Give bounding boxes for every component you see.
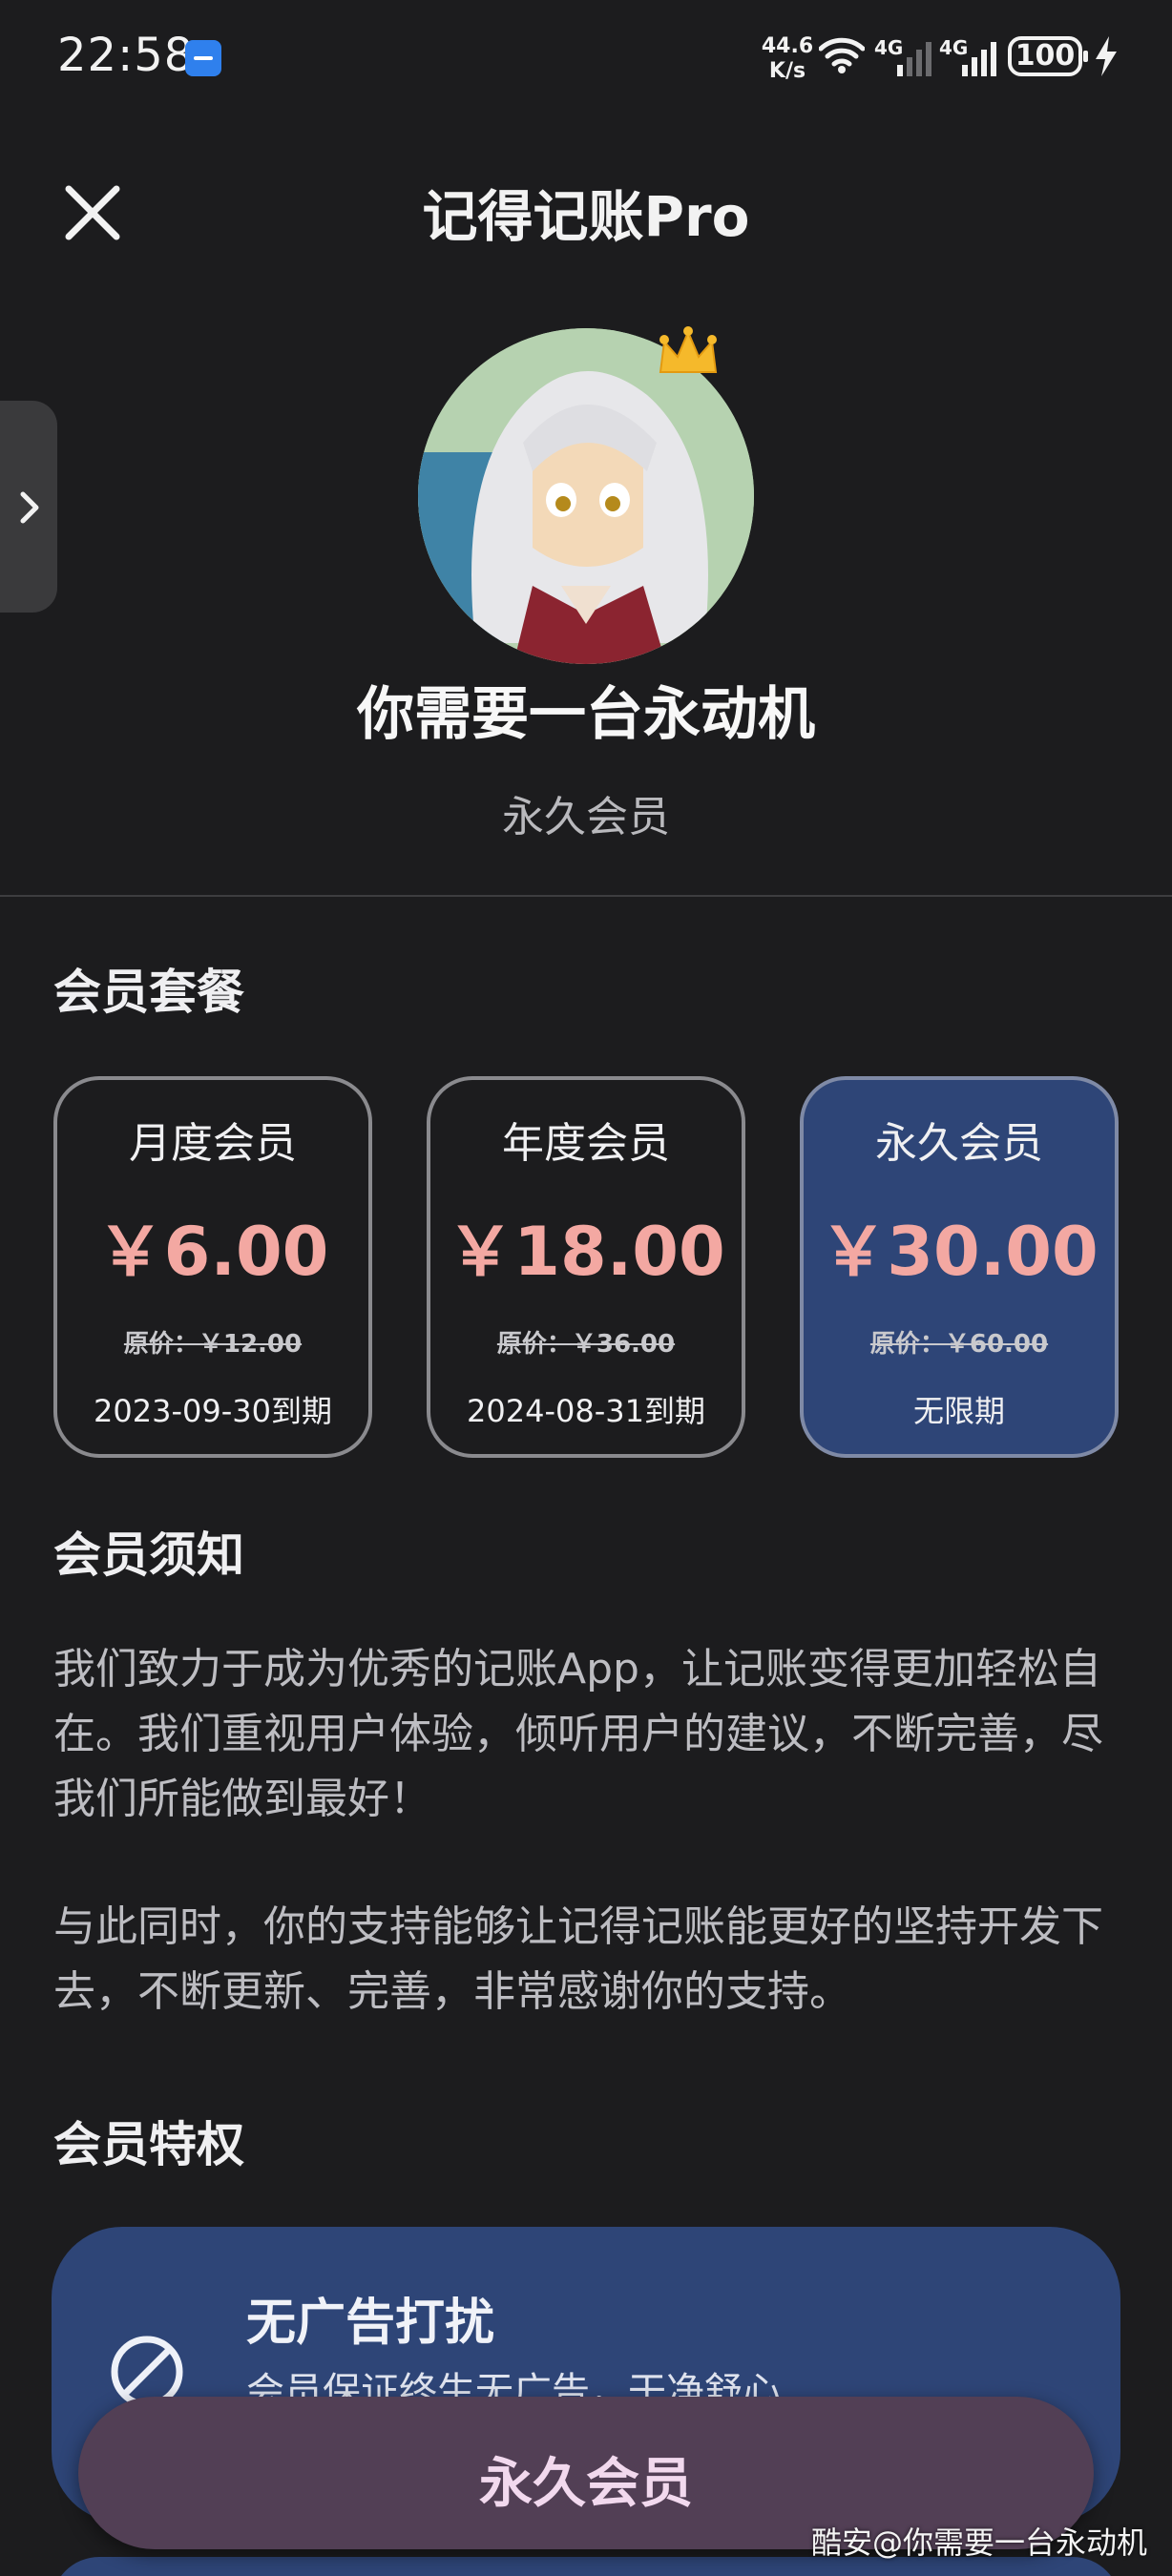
network-speed-unit: K/s <box>768 59 806 83</box>
status-bar: 22:58 44.6 K/s 4G 4G 100 <box>0 0 1172 114</box>
plan-expiry: 无限期 <box>912 1393 1005 1429</box>
plan-name: 年度会员 <box>502 1119 670 1168</box>
plan-card-monthly[interactable]: 月度会员 ￥6.00 原价：￥12.00 2023-09-30到期 <box>53 1076 372 1458</box>
network-speed: 44.6 K/s <box>759 34 816 84</box>
plan-card-lifetime[interactable]: 永久会员 ￥30.00 原价：￥60.00 无限期 <box>800 1076 1119 1458</box>
privileges-section-title: 会员特权 <box>53 2117 244 2172</box>
status-time: 22:58 <box>57 29 195 82</box>
notice-paragraph-2: 与此同时，你的支持能够让记得记账能更好的坚持开发下去，不断更新、完善，非常感谢你… <box>53 1902 1103 2016</box>
plan-price: ￥30.00 <box>820 1213 1099 1291</box>
membership-status: 永久会员 <box>502 793 670 841</box>
plan-card-yearly[interactable]: 年度会员 ￥18.00 原价：￥36.00 2024-08-31到期 <box>427 1076 745 1458</box>
plan-price: ￥6.00 <box>96 1213 329 1291</box>
app-bar: 记得记账Pro <box>0 143 1172 267</box>
user-name: 你需要一台永动机 <box>357 681 815 748</box>
network-speed-value: 44.6 <box>761 34 814 58</box>
plan-expiry: 2024-08-31到期 <box>467 1393 705 1429</box>
wifi-icon <box>819 37 865 73</box>
avatar-container <box>418 326 754 664</box>
charging-icon <box>1096 36 1117 76</box>
plan-price: ￥18.00 <box>447 1213 725 1291</box>
perk-title: 无广告打扰 <box>246 2295 495 2352</box>
page-title: 记得记账Pro <box>422 184 750 249</box>
usb-icon <box>185 40 221 76</box>
battery-icon: 100 <box>1008 36 1088 76</box>
notice-paragraph-1: 我们致力于成为优秀的记账App，让记账变得更加轻松自在。我们重视用户体验，倾听用… <box>53 1645 1103 1823</box>
side-drawer-handle[interactable] <box>0 401 57 613</box>
signal-2-icon: 4G <box>939 36 998 78</box>
watermark: 酷安@你需要一台永动机 <box>810 2524 1147 2561</box>
plan-original-price: 原价：￥12.00 <box>123 1330 303 1359</box>
plan-original-price: 原价：￥60.00 <box>869 1330 1049 1359</box>
plan-original-price: 原价：￥36.00 <box>496 1330 676 1359</box>
plan-name: 永久会员 <box>875 1119 1043 1168</box>
crown-icon <box>659 326 718 373</box>
plan-name: 月度会员 <box>129 1119 297 1168</box>
plan-expiry: 2023-09-30到期 <box>94 1393 332 1429</box>
purchase-button-label: 永久会员 <box>479 2453 693 2515</box>
divider <box>0 895 1172 897</box>
plans-section-title: 会员套餐 <box>53 965 244 1020</box>
chevron-right-icon <box>20 491 39 524</box>
signal-1-icon: 4G <box>874 36 933 78</box>
notice-section-title: 会员须知 <box>53 1527 244 1583</box>
